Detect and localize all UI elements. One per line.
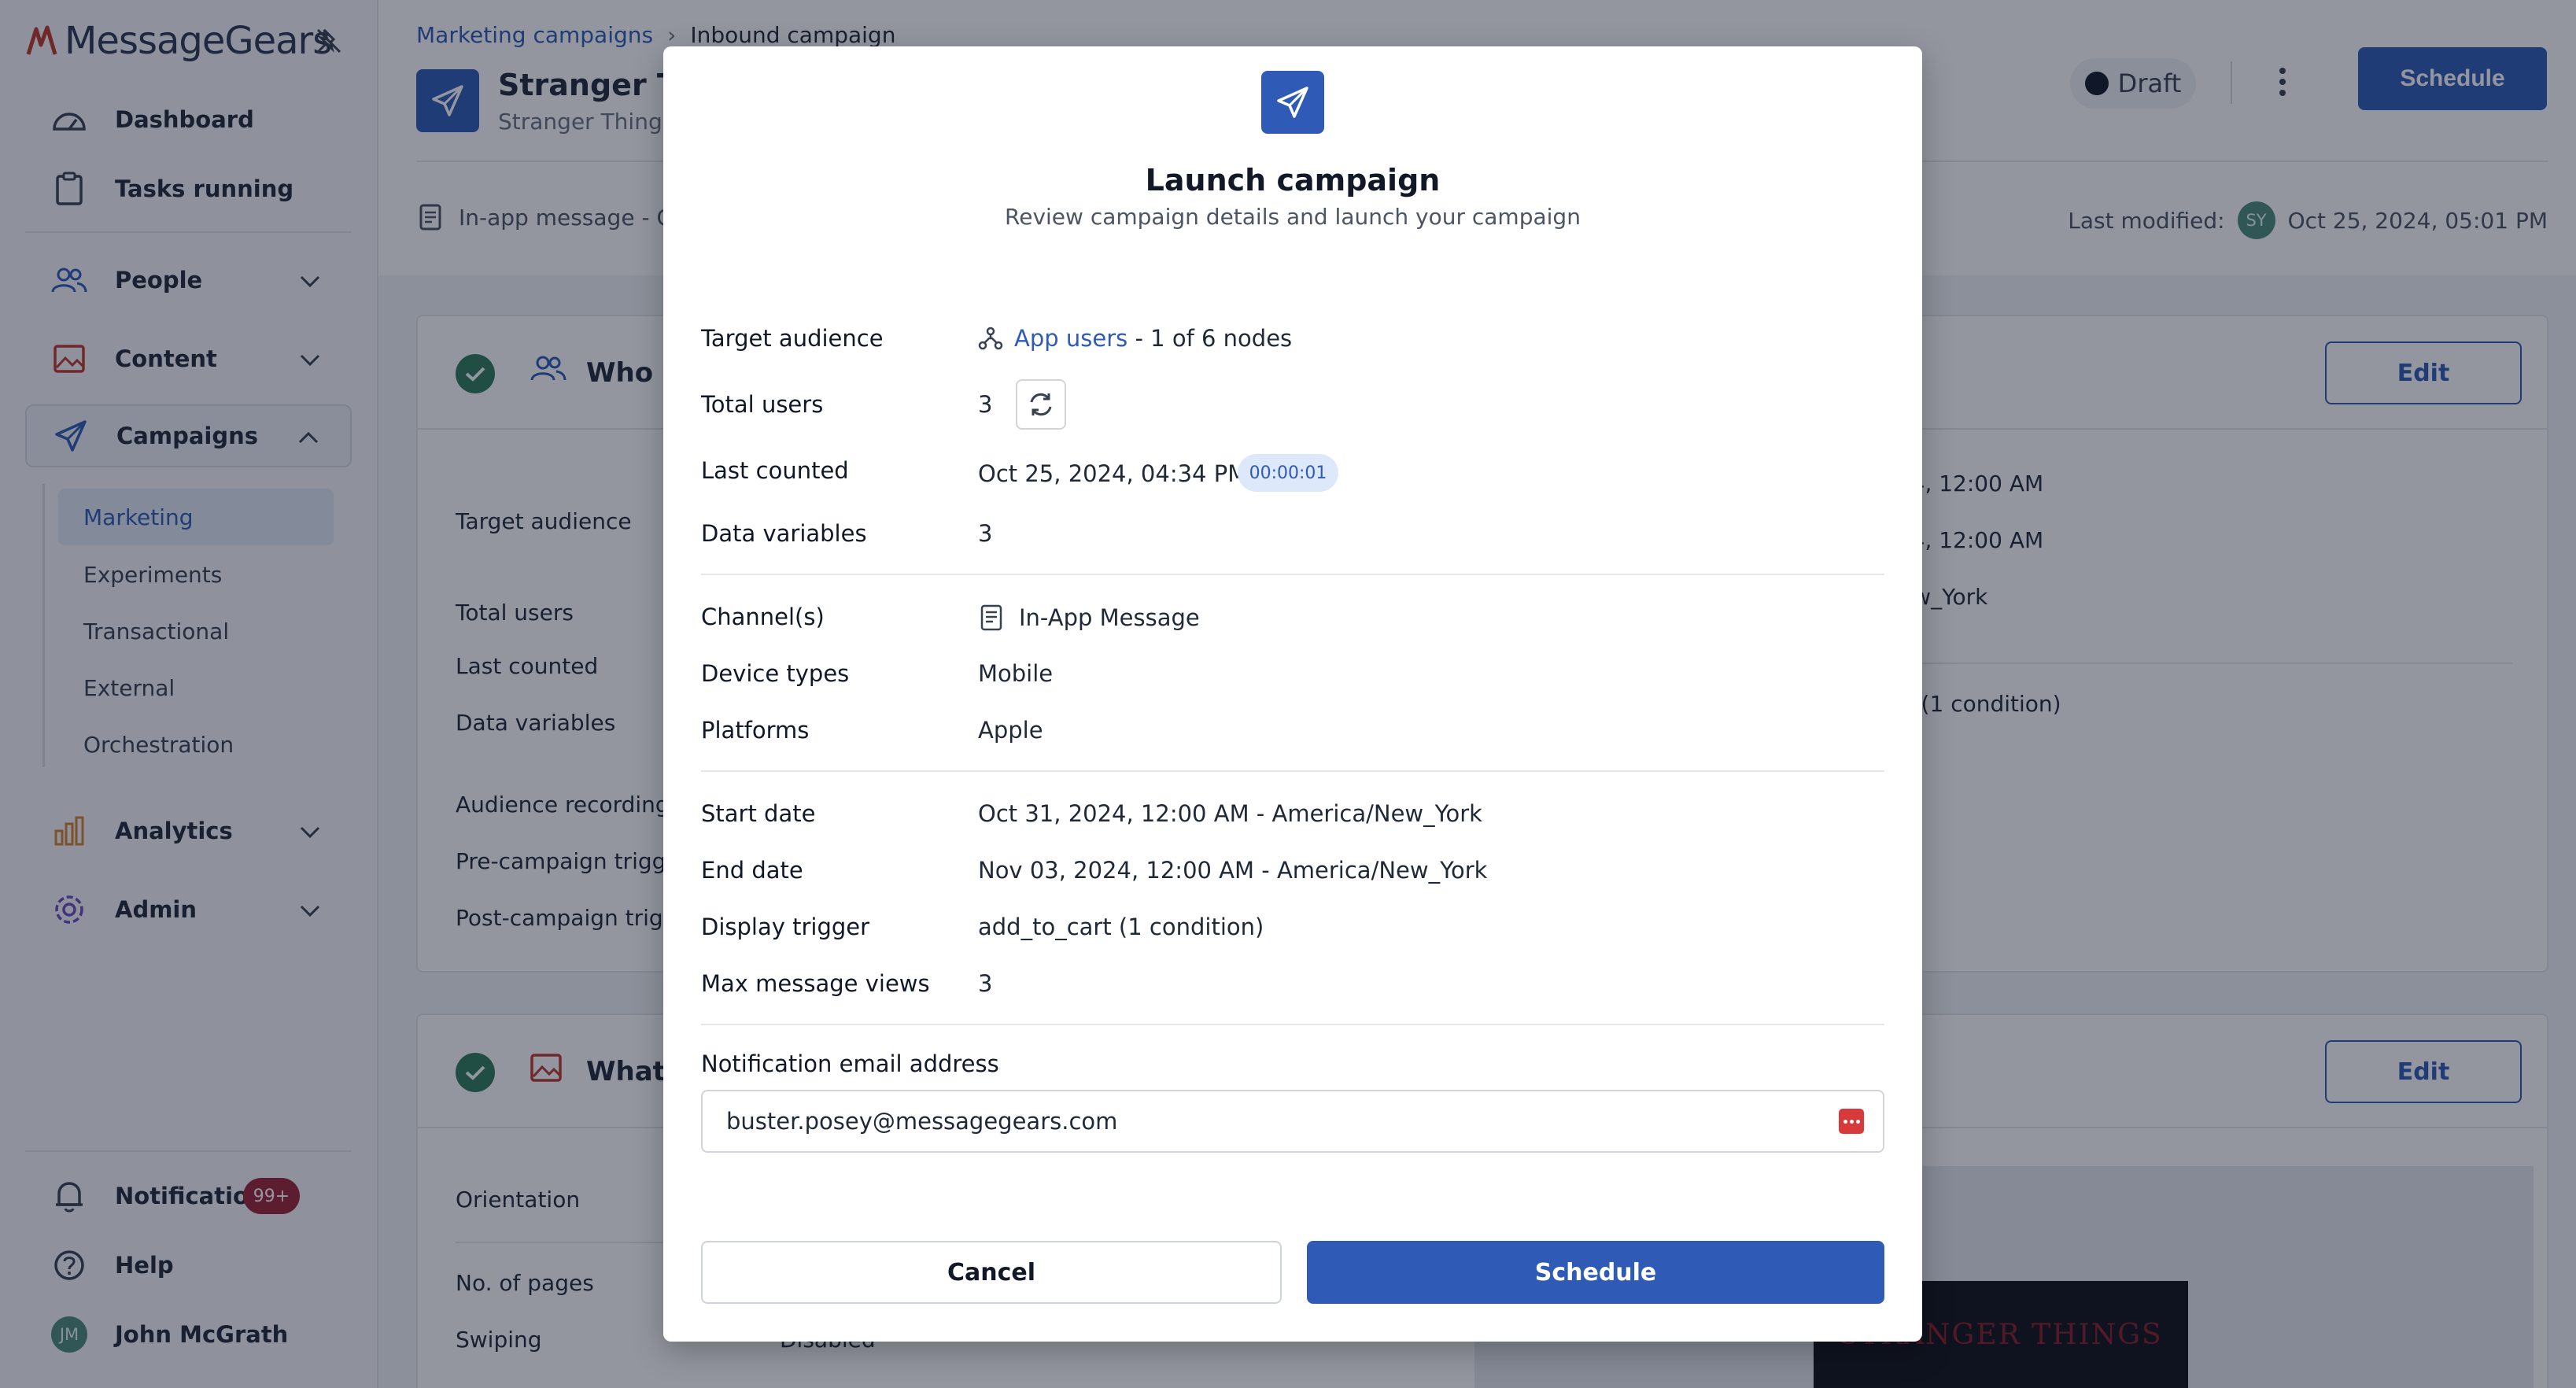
display-trigger-value: add_to_cart (1 condition) (978, 914, 1264, 940)
total-users-label: Total users (701, 391, 824, 418)
dialog-subtitle: Review campaign details and launch your … (1005, 204, 1581, 230)
platforms-label: Platforms (701, 717, 810, 744)
platforms-value: Apple (978, 717, 1043, 744)
section-divider (701, 1024, 1884, 1025)
dialog-title: Launch campaign (1145, 163, 1441, 197)
cancel-button[interactable]: Cancel (701, 1241, 1282, 1304)
refresh-icon (1030, 393, 1052, 416)
section-divider (701, 574, 1884, 575)
max-views-label: Max message views (701, 970, 930, 997)
total-users-value: 3 (978, 391, 993, 418)
audience-node-icon (978, 326, 1003, 351)
email-label: Notification email address (701, 1050, 999, 1077)
target-audience-label: Target audience (701, 325, 884, 352)
last-counted-value: Oct 25, 2024, 04:34 PM (978, 460, 1248, 487)
data-variables-label: Data variables (701, 520, 867, 547)
end-date-label: End date (701, 857, 803, 884)
data-variables-value: 3 (978, 520, 993, 547)
device-types-label: Device types (701, 660, 850, 687)
last-counted-label: Last counted (701, 457, 849, 484)
channel-name: In-App Message (1019, 604, 1200, 631)
channels-value: In-App Message (978, 604, 1200, 632)
refresh-count-button[interactable] (1016, 379, 1066, 430)
max-views-value: 3 (978, 970, 993, 997)
target-audience-value: App users - 1 of 6 nodes (978, 325, 1292, 352)
launch-campaign-dialog: Launch campaign Review campaign details … (663, 46, 1922, 1342)
display-trigger-label: Display trigger (701, 914, 870, 940)
channels-label: Channel(s) (701, 604, 825, 630)
target-audience-link[interactable]: App users (1014, 325, 1127, 352)
target-audience-suffix: - 1 of 6 nodes (1127, 325, 1293, 352)
count-duration-badge: 00:00:01 (1238, 454, 1338, 492)
notification-email-field[interactable] (701, 1090, 1884, 1153)
section-divider (701, 770, 1884, 772)
schedule-button[interactable]: Schedule (1307, 1241, 1884, 1304)
send-icon (1261, 71, 1324, 134)
start-date-value: Oct 31, 2024, 12:00 AM - America/New_Yor… (978, 800, 1482, 827)
notification-email-input[interactable] (726, 1091, 1749, 1151)
in-app-message-icon (978, 604, 1005, 632)
start-date-label: Start date (701, 800, 816, 827)
end-date-value: Nov 03, 2024, 12:00 AM - America/New_Yor… (978, 857, 1488, 884)
device-types-value: Mobile (978, 660, 1054, 687)
password-manager-icon[interactable] (1839, 1109, 1864, 1134)
